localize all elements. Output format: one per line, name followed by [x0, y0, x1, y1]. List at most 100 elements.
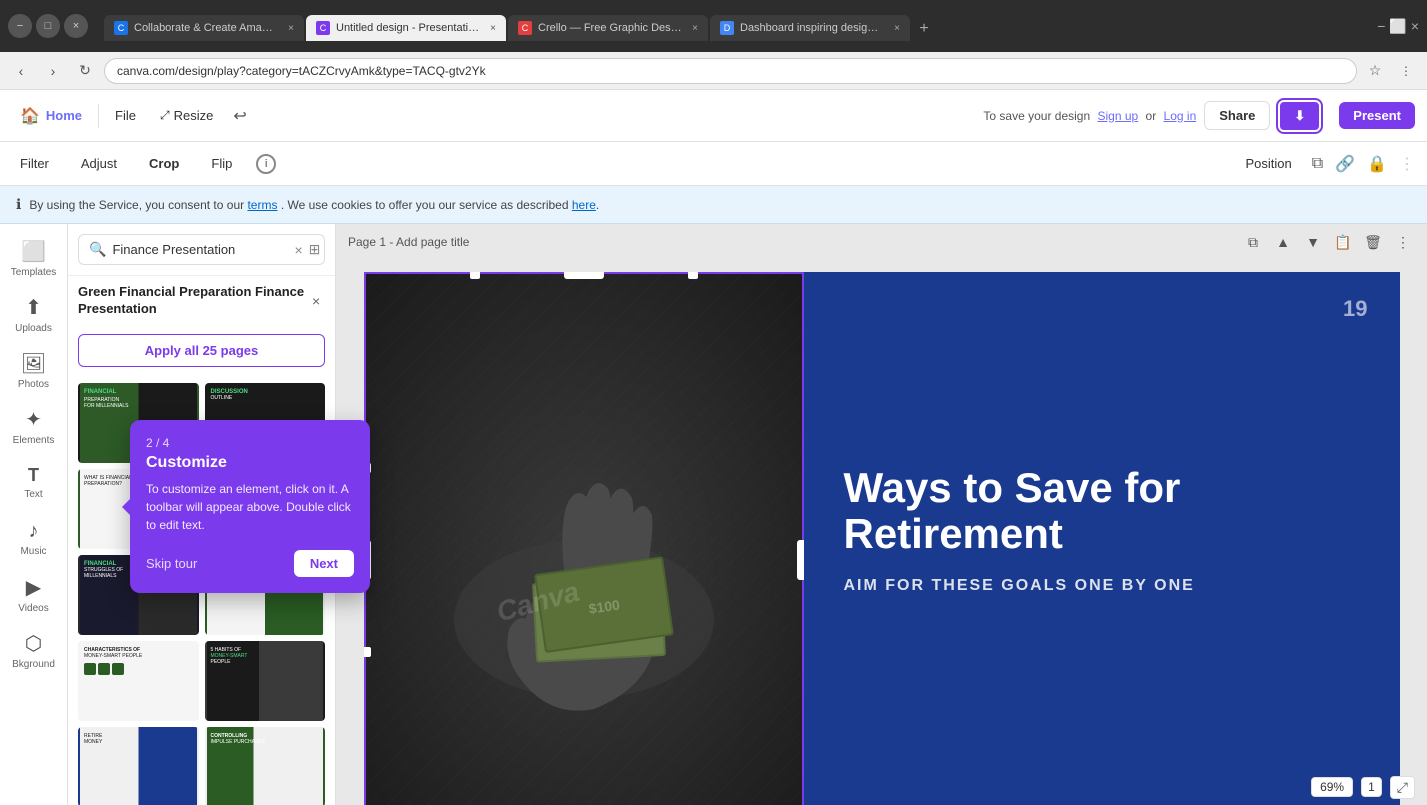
panel-close-button[interactable]: ×	[307, 289, 325, 313]
tab-2-close[interactable]: ×	[490, 23, 496, 34]
search-icon: 🔍	[89, 241, 106, 258]
zoom-page-number: 1	[1361, 777, 1382, 797]
address-input[interactable]	[104, 58, 1357, 84]
template-thumb-9[interactable]: RETIRE MONEY	[78, 727, 199, 805]
info-icon[interactable]: i	[256, 154, 276, 174]
close-window[interactable]: ×	[1411, 18, 1419, 34]
clear-search-icon[interactable]: ×	[294, 242, 302, 258]
file-label: File	[115, 108, 136, 123]
filter-icon[interactable]: ⊞	[309, 241, 321, 258]
tooltip-step: 2 / 4	[146, 436, 354, 450]
tab-2-favicon: C	[316, 21, 330, 35]
maximize-button[interactable]: □	[36, 14, 60, 38]
adjust-tool-button[interactable]: Adjust	[73, 152, 125, 175]
page-up-button[interactable]: ▲	[1271, 230, 1295, 254]
here-link[interactable]: here	[572, 198, 596, 212]
copy-page-button[interactable]: 📋	[1331, 230, 1355, 254]
left-panel: 🔍 × ⊞ Green Financial Preparation Financ…	[68, 224, 336, 805]
forward-button[interactable]: ›	[40, 58, 66, 84]
background-label: Bkground	[12, 659, 55, 670]
back-button[interactable]: ‹	[8, 58, 34, 84]
download-divider	[1329, 101, 1331, 131]
search-input[interactable]	[112, 242, 288, 257]
tab-3-favicon: C	[518, 21, 532, 35]
tooltip-arrow	[122, 499, 130, 515]
template-thumb-7[interactable]: CHARACTERISTICS OF MONEY-SMART PEOPLE	[78, 641, 199, 721]
tab-4[interactable]: D Dashboard inspiring designs - G... ×	[710, 15, 910, 41]
tab-3-title: Crello — Free Graphic Design So...	[538, 22, 682, 34]
present-button[interactable]: Present	[1339, 102, 1415, 129]
bookmark-star[interactable]: ☆	[1363, 59, 1387, 83]
search-box[interactable]: 🔍 × ⊞	[78, 234, 325, 265]
tab-3[interactable]: C Crello — Free Graphic Design So... ×	[508, 15, 708, 41]
page-title-bar: Page 1 - Add page title ⧉ ▲ ▼ 📋 🗑 ⋮	[336, 224, 1427, 260]
videos-label: Videos	[18, 603, 48, 614]
slide-subtitle[interactable]: AIM FOR THESE GOALS ONE BY ONE	[844, 577, 1360, 595]
log-in-link[interactable]: Log in	[1164, 109, 1197, 123]
sidebar-item-music[interactable]: ♪ Music	[8, 512, 60, 564]
slide-main-title[interactable]: Ways to Save for Retirement	[844, 465, 1360, 557]
home-icon: 🏠	[20, 106, 40, 126]
sidebar-item-elements[interactable]: ✦ Elements	[8, 400, 60, 452]
sidebar-item-text[interactable]: T Text	[8, 456, 60, 508]
file-menu-button[interactable]: File	[107, 104, 144, 127]
skip-tour-button[interactable]: Skip tour	[146, 556, 197, 571]
template-thumb-10[interactable]: CONTROLLING IMPULSE PURCHASES	[205, 727, 326, 805]
sidebar-item-videos[interactable]: ▶ Videos	[8, 568, 60, 620]
apply-all-button[interactable]: Apply all 25 pages	[78, 334, 325, 367]
sidebar-item-photos[interactable]: 🖼 Photos	[8, 344, 60, 396]
sidebar-item-uploads[interactable]: ⬆ Uploads	[8, 288, 60, 340]
copy-style-icon[interactable]: ⧉	[1312, 155, 1323, 173]
home-button[interactable]: 🏠 Home	[12, 102, 90, 130]
sidebar-item-templates[interactable]: ⬜ Templates	[8, 232, 60, 284]
crop-tool-button[interactable]: Crop	[141, 152, 187, 175]
tab-4-favicon: D	[720, 21, 734, 35]
resize-button[interactable]: ⤢ Resize	[152, 104, 221, 127]
tab-3-close[interactable]: ×	[692, 23, 698, 34]
sidebar-item-background[interactable]: ⬡ Bkground	[8, 624, 60, 676]
duplicate-page-button[interactable]: ⧉	[1241, 230, 1265, 254]
tab-1-title: Collaborate & Create Amazing C...	[134, 22, 278, 34]
next-tooltip-button[interactable]: Next	[294, 550, 354, 577]
page-down-button[interactable]: ▼	[1301, 230, 1325, 254]
terms-link[interactable]: terms	[247, 198, 277, 212]
slide[interactable]: $100 $100 Canva	[362, 270, 1402, 805]
photos-icon: 🖼	[21, 351, 46, 376]
info-banner: ℹ By using the Service, you consent to o…	[0, 186, 1427, 224]
share-button[interactable]: Share	[1204, 101, 1270, 130]
close-button[interactable]: ×	[64, 14, 88, 38]
flip-tool-button[interactable]: Flip	[203, 152, 240, 175]
extensions-button[interactable]: ⋮	[1393, 58, 1419, 84]
templates-icon: ⬜	[21, 239, 46, 264]
link-icon[interactable]: 🔗	[1335, 154, 1355, 174]
filter-tool-button[interactable]: Filter	[12, 152, 57, 175]
text-label: Text	[24, 489, 42, 500]
page-label[interactable]: Page 1 - Add page title	[348, 235, 469, 249]
lock-icon[interactable]: 🔒	[1367, 154, 1387, 174]
sign-up-link[interactable]: Sign up	[1097, 109, 1138, 123]
slide-right-panel[interactable]: 19 Ways to Save for Retirement AIM FOR T…	[804, 272, 1400, 805]
templates-label: Templates	[11, 267, 57, 278]
tab-2-title: Untitled design - Presentation |...	[336, 22, 480, 34]
position-button[interactable]: Position	[1237, 152, 1299, 175]
undo-button[interactable]: ↩	[229, 102, 250, 130]
tab-1-favicon: C	[114, 21, 128, 35]
panel-header: Green Financial Preparation Finance Pres…	[68, 276, 335, 326]
tab-4-close[interactable]: ×	[894, 23, 900, 34]
new-tab-button[interactable]: +	[912, 17, 936, 41]
download-button[interactable]: ⬇	[1278, 100, 1321, 132]
zoom-level[interactable]: 69%	[1311, 777, 1353, 797]
minimize-window[interactable]: −	[1377, 18, 1385, 34]
zoom-expand-button[interactable]: ⤢	[1390, 776, 1415, 799]
delete-page-button[interactable]: 🗑	[1361, 230, 1385, 254]
template-thumb-8[interactable]: 5 HABITS OF MONEY-SMART PEOPLE	[205, 641, 326, 721]
more-page-options-button[interactable]: ⋮	[1391, 230, 1415, 254]
slide-left-photo[interactable]: $100 $100 Canva	[364, 272, 804, 805]
refresh-button[interactable]: ↻	[72, 58, 98, 84]
tab-1[interactable]: C Collaborate & Create Amazing C... ×	[104, 15, 304, 41]
slide-wrapper: $100 $100 Canva	[362, 270, 1402, 805]
maximize-window[interactable]: ⬜	[1389, 18, 1406, 35]
minimize-button[interactable]: −	[8, 14, 32, 38]
tab-1-close[interactable]: ×	[288, 23, 294, 34]
tab-2[interactable]: C Untitled design - Presentation |... ×	[306, 15, 506, 41]
